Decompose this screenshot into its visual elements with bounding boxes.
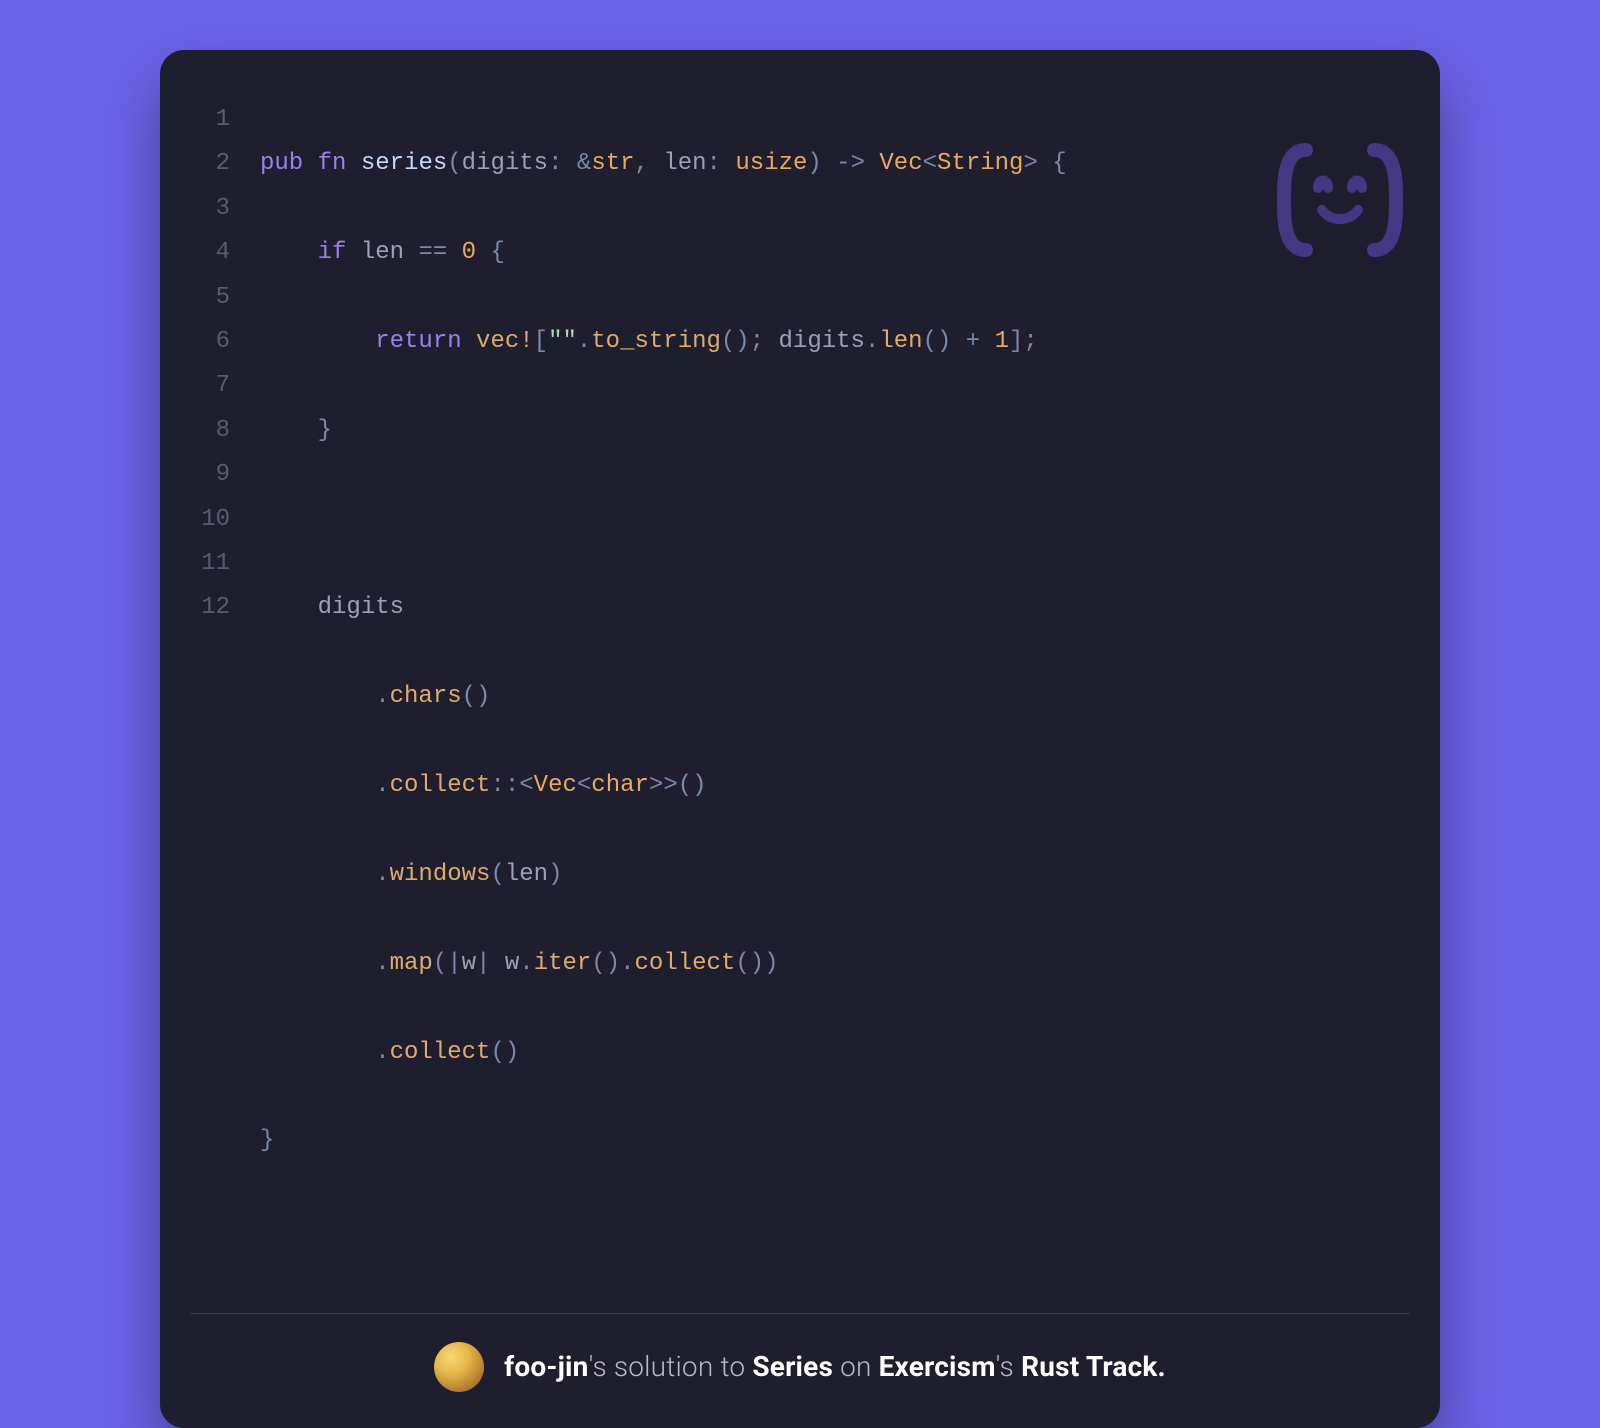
exercise-name: Series [752,1350,833,1383]
line-number: 12 [200,586,230,630]
track-name: Rust Track. [1014,1350,1166,1383]
code-line: return vec!["".to_string(); digits.len()… [260,320,1400,364]
code-card: 1 2 3 4 5 6 7 8 9 10 11 12 pub fn series… [160,50,1440,1428]
card-footer: foo-jin's solution to Series on Exercism… [160,1314,1440,1428]
code-content: pub fn series(digits: &str, len: usize) … [260,98,1400,1253]
line-number: 6 [200,320,230,364]
line-number: 9 [200,453,230,497]
site-name: Exercism [879,1350,996,1383]
line-number: 4 [200,231,230,275]
line-number: 7 [200,364,230,408]
code-line: .windows(len) [260,853,1400,897]
code-line: .collect::<Vec<char>>() [260,764,1400,808]
code-line: .chars() [260,675,1400,719]
caption: foo-jin's solution to Series on Exercism… [504,1350,1166,1383]
code-line [260,498,1400,542]
code-line: pub fn series(digits: &str, len: usize) … [260,142,1400,186]
code-line: } [260,1119,1400,1163]
line-number: 11 [200,542,230,586]
code-area: 1 2 3 4 5 6 7 8 9 10 11 12 pub fn series… [160,50,1440,1313]
code-line: if len == 0 { [260,231,1400,275]
code-line: } [260,409,1400,453]
line-number-gutter: 1 2 3 4 5 6 7 8 9 10 11 12 [200,98,260,1253]
code-line: .collect() [260,1031,1400,1075]
line-number: 3 [200,187,230,231]
line-number: 8 [200,409,230,453]
line-number: 1 [200,98,230,142]
exercism-logo-icon [1270,140,1410,260]
line-number: 2 [200,142,230,186]
avatar [434,1342,484,1392]
username: foo-jin [504,1350,588,1383]
line-number: 5 [200,276,230,320]
code-line: digits [260,586,1400,630]
code-line: .map(|w| w.iter().collect()) [260,942,1400,986]
line-number: 10 [200,498,230,542]
